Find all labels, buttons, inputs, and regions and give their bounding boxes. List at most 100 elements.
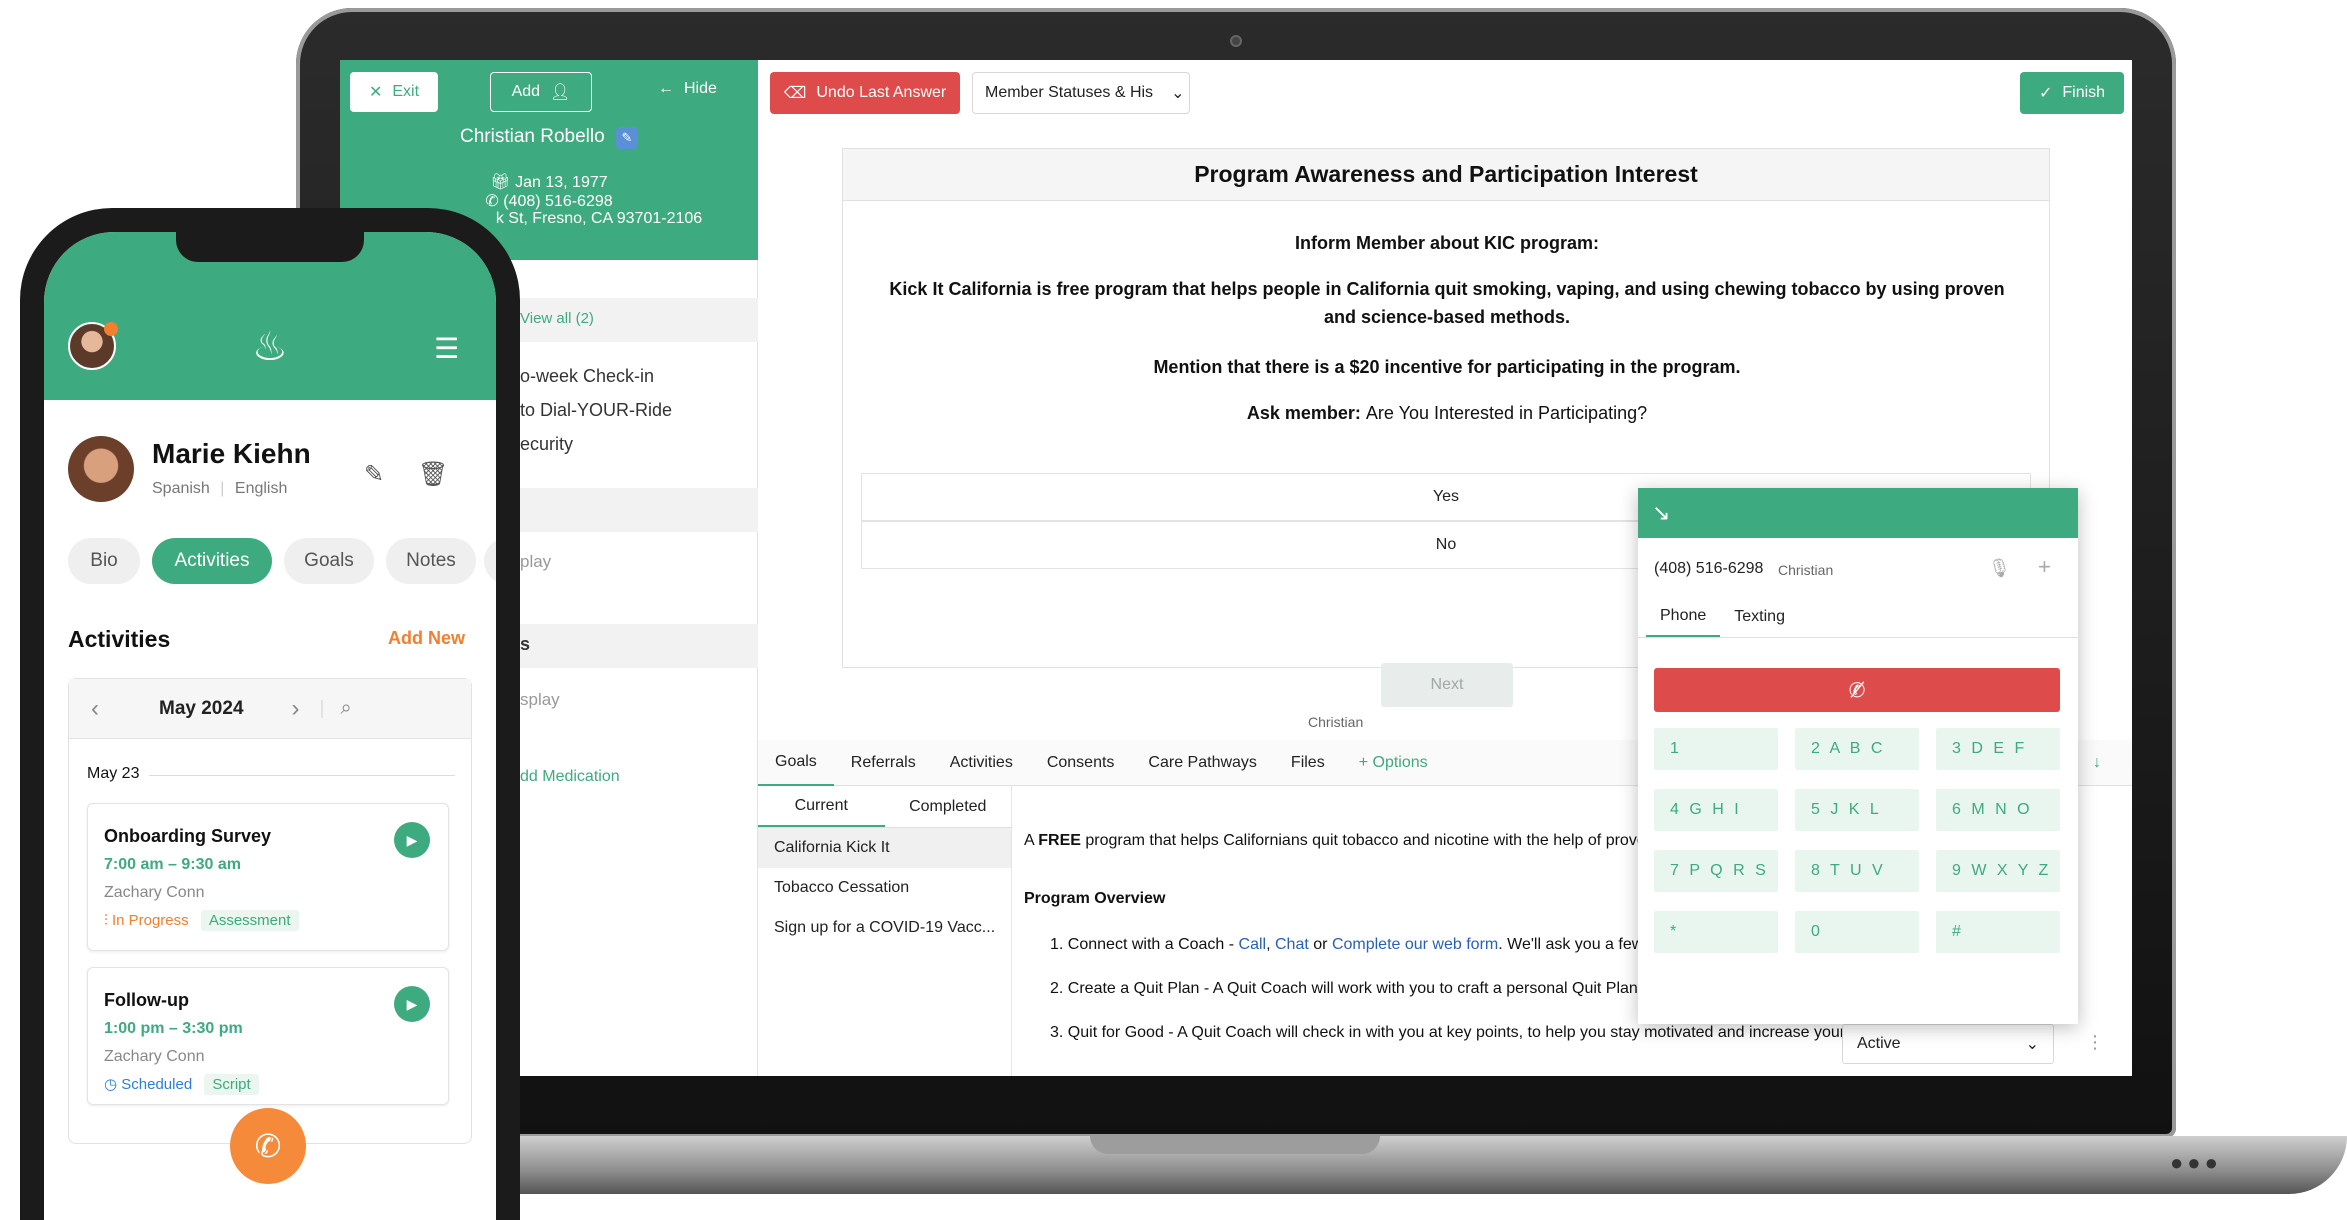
phone-icon: ✆	[254, 1128, 282, 1164]
finish-button[interactable]: ✓ Finish	[2020, 72, 2124, 114]
chevron-down-icon: ⌄	[2025, 1036, 2039, 1053]
view-all-link[interactable]: View all (2)	[520, 310, 594, 327]
dial-key-6[interactable]: 6 M N O	[1936, 789, 2060, 831]
detail-heading: Program Overview	[1024, 890, 1166, 907]
month-nav: ‹ May 2024 › | ⌕	[69, 679, 471, 739]
month-label: May 2024	[159, 697, 244, 719]
arrow-down-icon: ↓	[2093, 753, 2101, 771]
subtab-current[interactable]: Current	[758, 786, 885, 827]
laptop-screen: ✕ Exit Add 👤︎ ← Hide Christian Robello ✎…	[340, 60, 2132, 1076]
tab-goals[interactable]: Goals	[284, 538, 374, 584]
list-item[interactable]: to Dial-YOUR-Ride	[520, 400, 672, 421]
dial-key-3[interactable]: 3 D E F	[1936, 728, 2060, 770]
hamburger-menu-icon[interactable]: ☰	[434, 332, 459, 365]
dial-key-7[interactable]: 7 P Q R S	[1654, 850, 1778, 892]
plus-icon[interactable]: +	[2038, 554, 2051, 580]
activity-title: Onboarding Survey	[104, 826, 272, 846]
chevron-right-icon[interactable]: ›	[292, 695, 300, 723]
status-badge: ⫶ In Progress Assessment	[104, 910, 299, 931]
activity-card[interactable]: Follow-up 1:00 pm – 3:30 pm Zachary Conn…	[87, 967, 449, 1105]
question-line: Mention that there is a $20 incentive fo…	[1153, 357, 1741, 377]
add-new-button[interactable]: Add New	[388, 628, 465, 649]
detail-step: 3. Quit for Good - A Quit Coach will che…	[1050, 1024, 1846, 1041]
member-languages: Spanish | English	[152, 480, 288, 497]
add-button[interactable]: Add 👤︎	[490, 72, 592, 112]
chat-link[interactable]: Chat	[1275, 936, 1309, 953]
check-icon: ✓	[2038, 85, 2053, 102]
exit-button[interactable]: ✕ Exit	[350, 72, 438, 112]
tab-care-pathways[interactable]: Care Pathways	[1131, 740, 1274, 786]
search-icon[interactable]: ⌕	[340, 697, 351, 720]
list-item[interactable]: o-week Check-in	[520, 366, 654, 387]
laptop-notch	[1090, 1136, 1380, 1154]
dial-key-hash[interactable]: #	[1936, 911, 2060, 953]
tab-bio[interactable]: Bio	[68, 538, 140, 584]
trash-icon[interactable]: 🗑︎	[418, 460, 448, 489]
member-dob: 🎁︎ Jan 13, 1977	[490, 174, 608, 191]
activity-title: Follow-up	[104, 990, 189, 1010]
dial-key-4[interactable]: 4 G H I	[1654, 789, 1778, 831]
member-status-select[interactable]: Member Statuses & His ⌄	[972, 72, 1190, 114]
options-button[interactable]: + Options	[1342, 740, 1445, 786]
type-tag: Assessment	[200, 910, 299, 931]
pencil-icon[interactable]: ✎	[364, 460, 384, 489]
dial-key-0[interactable]: 0	[1795, 911, 1919, 953]
dial-key-2[interactable]: 2 A B C	[1795, 728, 1919, 770]
add-medication-link[interactable]: dd Medication	[520, 768, 620, 786]
activity-time: 1:00 pm – 3:30 pm	[104, 1020, 243, 1037]
tab-consents[interactable]: Consents	[1030, 740, 1132, 786]
goal-status-select[interactable]: Active ⌄	[1842, 1024, 2054, 1064]
tab-activities[interactable]: Activities	[152, 538, 272, 584]
edit-icon[interactable]: ✎	[615, 127, 638, 149]
activity-assignee: Zachary Conn	[104, 1048, 205, 1065]
chevron-down-icon: ⌄	[1171, 85, 1185, 102]
dial-key-star[interactable]: *	[1654, 911, 1778, 953]
list-item[interactable]: ecurity	[520, 434, 573, 455]
tab-texting[interactable]: Texting	[1720, 596, 1799, 637]
more-icon[interactable]: ⋮	[2086, 1032, 2104, 1053]
tab-activities[interactable]: Activities	[933, 740, 1030, 786]
activity-assignee: Zachary Conn	[104, 884, 205, 901]
call-link[interactable]: Call	[1239, 936, 1267, 953]
tab-goals[interactable]: Goals	[758, 740, 834, 786]
minimize-icon[interactable]: ↘	[1652, 500, 1670, 526]
tab-files[interactable]: Fi	[484, 538, 496, 584]
question-line: Kick It California is free program that …	[889, 279, 2005, 327]
list-item[interactable]: California Kick It	[758, 828, 1011, 868]
display-text: splay	[520, 690, 560, 709]
agent-tag: Christian	[1308, 714, 1364, 730]
tab-notes[interactable]: Notes	[386, 538, 476, 584]
list-item[interactable]: Sign up for a COVID-19 Vacc...	[758, 908, 1011, 948]
microphone-icon[interactable]: 🎙︎	[1988, 558, 2011, 579]
next-button[interactable]: Next	[1381, 663, 1513, 707]
progress-icon: ⫶	[104, 912, 108, 929]
dial-key-5[interactable]: 5 J K L	[1795, 789, 1919, 831]
tab-phone[interactable]: Phone	[1646, 596, 1721, 637]
list-item[interactable]: Tobacco Cessation	[758, 868, 1011, 908]
arrow-left-icon: ←	[658, 80, 674, 97]
tab-files[interactable]: Files	[1274, 740, 1342, 786]
chevron-left-icon[interactable]: ‹	[91, 695, 99, 723]
dial-key-9[interactable]: 9 W X Y Z	[1936, 850, 2060, 892]
activity-time: 7:00 am – 9:30 am	[104, 856, 241, 873]
dial-key-1[interactable]: 1	[1654, 728, 1778, 770]
dial-key-8[interactable]: 8 T U V	[1795, 850, 1919, 892]
clock-icon: ◷	[104, 1076, 118, 1093]
tab-referrals[interactable]: Referrals	[834, 740, 933, 786]
activity-card[interactable]: Onboarding Survey 7:00 am – 9:30 am Zach…	[87, 803, 449, 951]
hangup-button[interactable]: ✆̸	[1654, 668, 2060, 712]
play-icon[interactable]: ▶	[394, 822, 430, 858]
member-name: Marie Kiehn	[152, 438, 311, 469]
subtab-completed[interactable]: Completed	[885, 786, 1012, 827]
web-form-link[interactable]: Complete our web form	[1332, 936, 1498, 953]
play-icon[interactable]: ▶	[394, 986, 430, 1022]
question-line: Inform Member about KIC program:	[1294, 233, 1599, 253]
undo-last-answer-button[interactable]: ⌫ Undo Last Answer	[770, 72, 960, 114]
call-button[interactable]: ✆	[230, 1108, 306, 1184]
member-avatar	[68, 436, 134, 502]
hide-button[interactable]: ← Hide	[658, 80, 717, 98]
activities-title: Activities	[68, 626, 171, 652]
display-text: play	[520, 552, 552, 571]
date-heading: May 23	[87, 765, 140, 782]
notification-dot	[104, 322, 118, 336]
